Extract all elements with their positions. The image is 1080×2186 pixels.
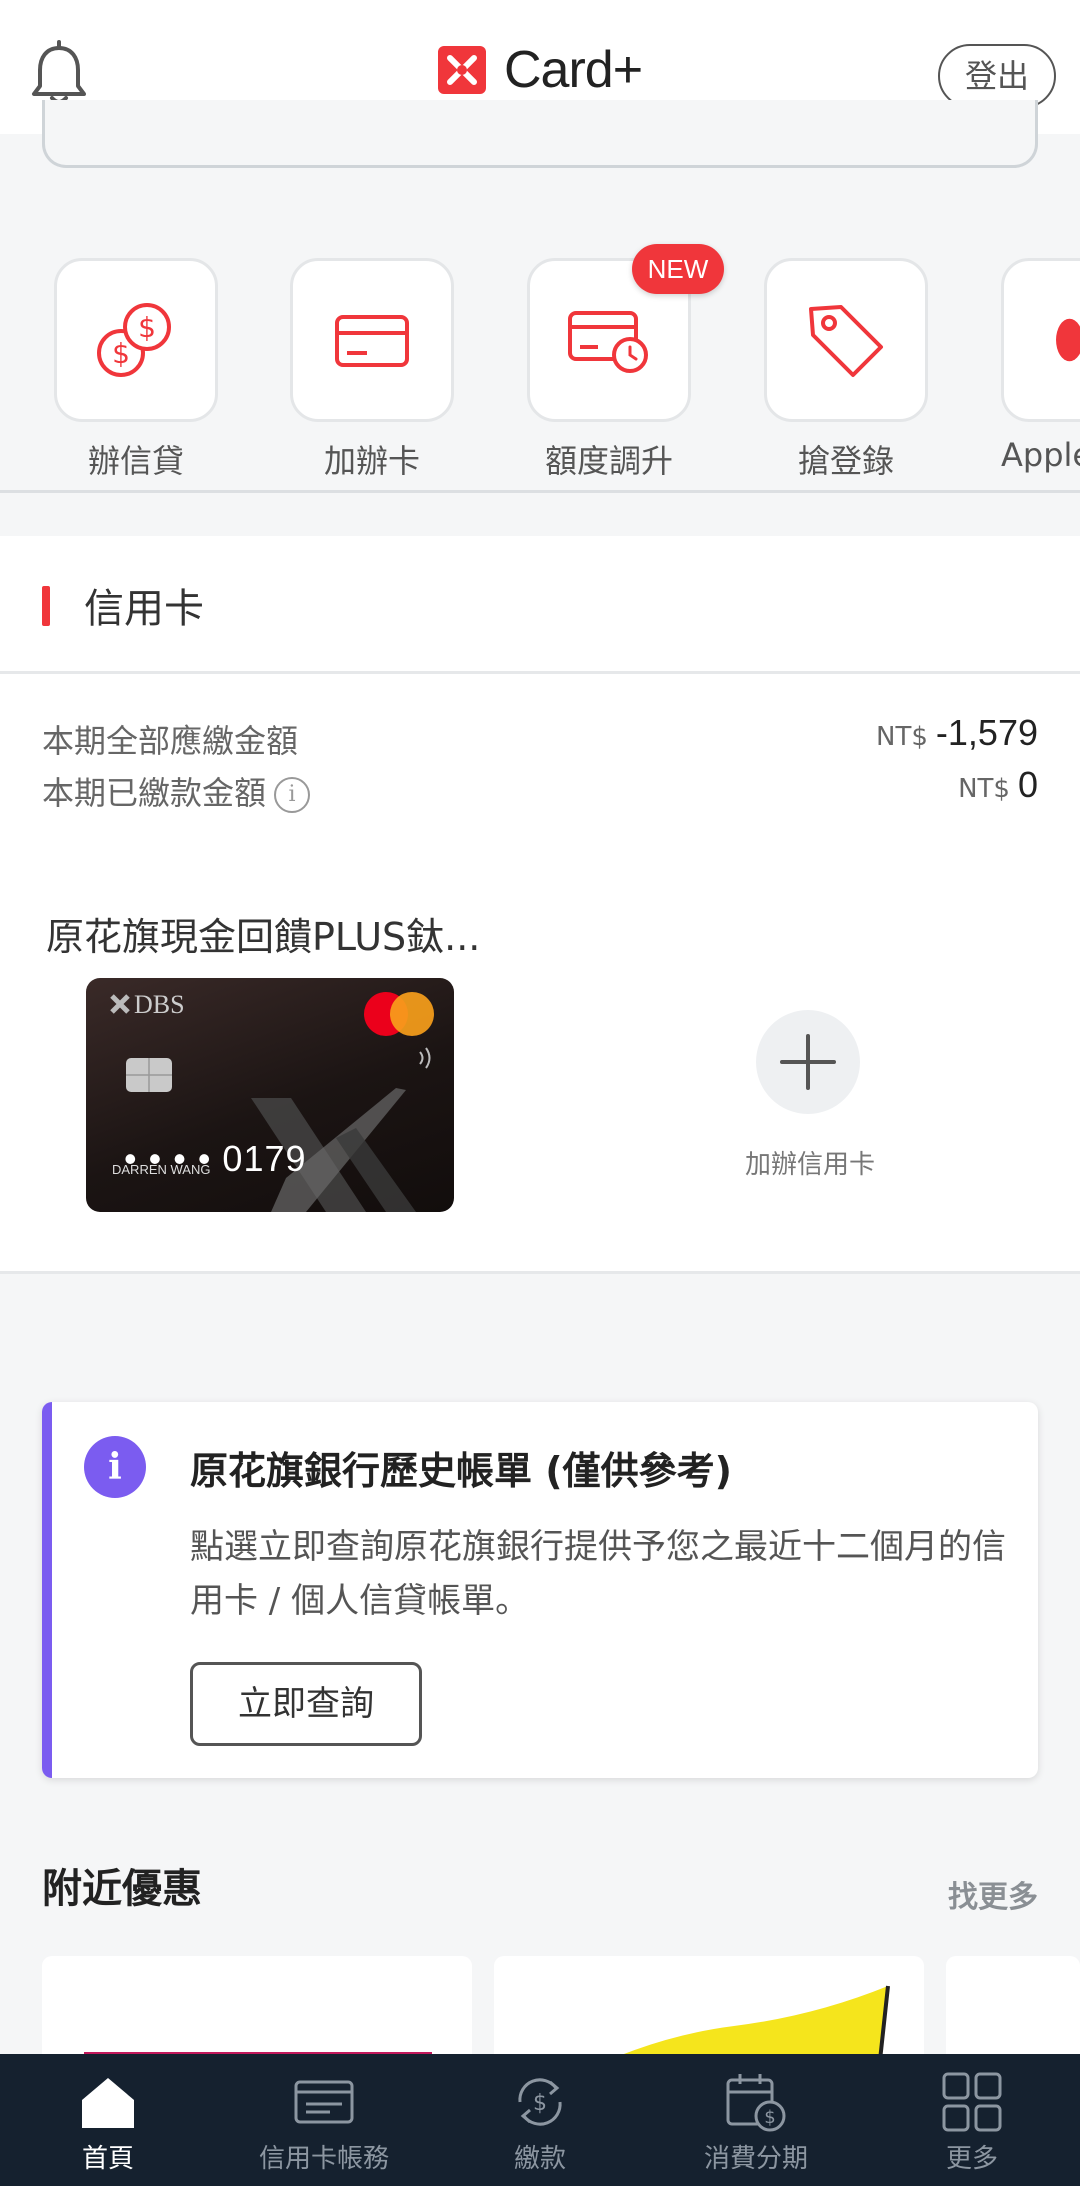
loan-coins-icon: $ $ [97,303,171,377]
find-more-link[interactable]: 找更多 [948,1872,1038,1916]
apple-pay-icon [1056,318,1080,362]
payment-icon: $ [518,2078,562,2126]
nav-label: 更多 [945,2144,998,2174]
total-due-amount: NT$ -1,579 [876,712,1038,754]
credit-card-image[interactable]: DBS • • • • 0179 DARREN WANG [86,978,454,1212]
card-name[interactable]: 原花旗現金回饋PLUS鈦... [46,906,480,961]
new-badge: NEW [632,244,724,294]
add-card-button[interactable] [756,1010,860,1114]
top-card-edge [42,100,1038,168]
add-card-label[interactable]: 加辦信用卡 [700,1144,920,1181]
paid-value: 0 [1017,764,1038,805]
currency: NT$ [958,774,1010,804]
section-title: 信用卡 [84,586,204,632]
info-icon[interactable]: i [274,777,311,813]
quick-action-label: 額度調升 [544,442,673,480]
quick-action-loan[interactable]: $ $ 辦信貸 [54,258,218,482]
notice-title: 原花旗銀行歷史帳單 (僅供參考) [190,1449,732,1493]
installment-icon: $ [726,2074,786,2132]
brand: Card+ [434,38,643,102]
nav-label: 信用卡帳務 [258,2144,389,2174]
quick-action-label: Apple [1001,436,1080,474]
card-brand: DBS [134,990,185,1019]
plus-icon [780,1034,836,1090]
card-clock-icon [568,311,648,373]
nav-statement[interactable]: 信用卡帳務 [216,2054,432,2186]
nearby-title: 附近優惠 [42,1866,202,1912]
home-icon [82,2078,134,2128]
credit-card-section: 信用卡 本期全部應繳金額 NT$ -1,579 本期已繳款金額 i NT$ 0 原花旗… [0,536,1080,1274]
paid-label: 本期已繳款金額 [42,774,267,812]
total-due-label: 本期全部應繳金額 [42,722,299,760]
tag-icon [809,305,883,377]
nav-label: 首頁 [81,2144,134,2174]
svg-text:$: $ [533,2091,547,2116]
svg-text:$: $ [764,2107,775,2128]
query-now-button[interactable]: 立即查詢 [190,1662,422,1746]
section-accent-bar [42,586,50,626]
bottom-navigation: 首頁 信用卡帳務 $ 繳款 $ 消費分期 更多 [0,2054,1080,2186]
notice-accent-bar [42,1402,52,1778]
grid-icon [942,2072,1002,2132]
brand-title: Card+ [504,41,643,99]
nav-payment[interactable]: $ 繳款 [432,2054,648,2186]
info-icon: i [84,1436,146,1498]
divider [0,490,1080,493]
quick-action-label: 搶登錄 [797,442,894,480]
logout-button[interactable]: 登出 [938,44,1056,108]
total-due-value: -1,579 [935,712,1038,753]
quick-action-label: 加辦卡 [323,442,420,480]
dbs-logo-icon [438,46,486,94]
nav-installment[interactable]: $ 消費分期 [648,2054,864,2186]
paid-amount: NT$ 0 [958,764,1038,806]
paid-amount-row: 本期已繳款金額 i [42,768,311,814]
bell-icon[interactable] [30,40,88,108]
quick-action-add-card[interactable]: 加辦卡 [290,258,454,482]
divider [0,1271,1080,1274]
quick-action-label: 辦信貸 [87,442,184,480]
quick-actions: $ $ 辦信貸 加辦卡 額度調升 搶登錄 Appl NEW [0,232,1080,494]
notice-body: 點選立即查詢原花旗銀行提供予您之最近十二個月的信用卡 / 個人信貸帳單。 [190,1527,1006,1621]
nav-label: 繳款 [513,2144,566,2174]
svg-text:$: $ [112,337,130,370]
currency: NT$ [876,722,928,752]
nav-home[interactable]: 首頁 [0,2054,216,2186]
card-icon [335,315,409,367]
nav-label: 消費分期 [703,2144,808,2174]
quick-action-apple-pay[interactable]: Apple [1001,258,1080,474]
statement-icon [294,2080,354,2124]
history-statement-notice: i 原花旗銀行歷史帳單 (僅供參考) 點選立即查詢原花旗銀行提供予您之最近十二個… [42,1402,1038,1778]
nav-more[interactable]: 更多 [864,2054,1080,2186]
card-holder: DARREN WANG [112,1162,211,1177]
section-header: 信用卡 [0,536,1080,674]
svg-text:$: $ [138,311,156,344]
quick-action-register[interactable]: 搶登錄 [764,258,928,482]
